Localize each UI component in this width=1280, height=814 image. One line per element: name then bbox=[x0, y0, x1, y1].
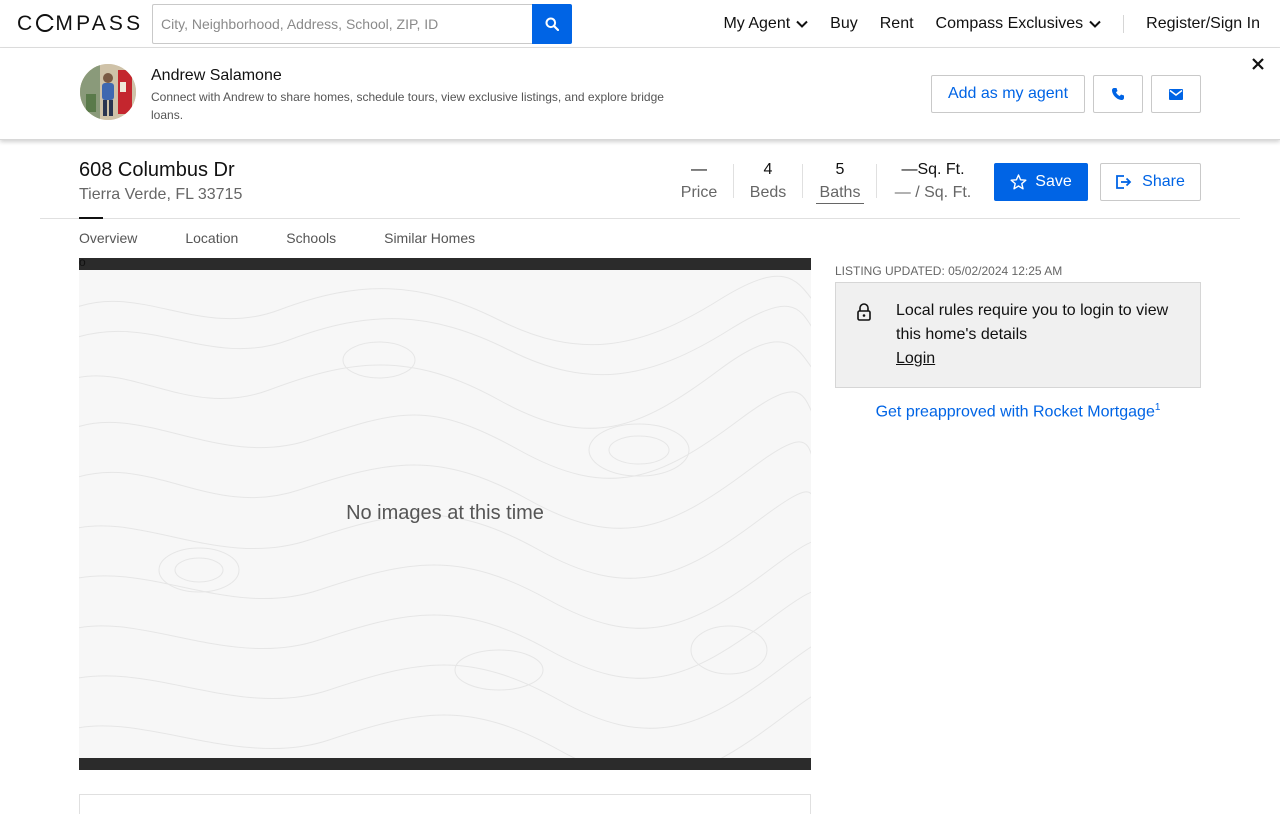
save-button[interactable]: Save bbox=[994, 163, 1088, 201]
stat-divider bbox=[733, 164, 734, 198]
stat-baths[interactable]: 5 Baths bbox=[816, 160, 864, 204]
call-agent-button[interactable] bbox=[1093, 75, 1143, 113]
rocket-mortgage-label: Get preapproved with Rocket Mortgage bbox=[875, 403, 1155, 421]
agent-description: Connect with Andrew to share homes, sche… bbox=[151, 90, 664, 122]
price-value: — bbox=[691, 161, 707, 178]
lock-icon bbox=[857, 303, 871, 321]
nav-my-agent-label: My Agent bbox=[723, 15, 791, 32]
content-card bbox=[79, 794, 811, 814]
email-agent-button[interactable] bbox=[1151, 75, 1201, 113]
stat-price: — Price bbox=[676, 160, 722, 202]
stat-divider bbox=[802, 164, 803, 198]
footnote-marker: 1 bbox=[1154, 402, 1161, 413]
save-label: Save bbox=[1035, 173, 1072, 190]
close-icon[interactable] bbox=[1250, 56, 1266, 72]
listing-tabs: Overview Location Schools Similar Homes bbox=[79, 217, 523, 258]
price-per-sqft-label: — / Sq. Ft. bbox=[894, 184, 972, 201]
baths-value: 5 bbox=[835, 161, 845, 178]
agent-name: Andrew Salamone bbox=[151, 67, 282, 84]
search-icon bbox=[545, 17, 559, 31]
stat-divider bbox=[876, 164, 877, 198]
photo-gallery[interactable]: o No images at this time bbox=[79, 255, 811, 770]
chevron-down-icon bbox=[1089, 20, 1101, 28]
login-link[interactable]: Login bbox=[896, 347, 935, 371]
sqft-value: —Sq. Ft. bbox=[901, 161, 965, 178]
price-label: Price bbox=[680, 184, 718, 201]
tab-schools[interactable]: Schools bbox=[286, 218, 336, 258]
topographic-placeholder: No images at this time bbox=[79, 270, 811, 758]
listing-address: 608 Columbus Dr bbox=[79, 159, 235, 181]
top-nav: CMPASS My Agent Buy Rent Compass Exclusi… bbox=[0, 0, 1280, 48]
phone-icon bbox=[1112, 88, 1124, 100]
nav-divider bbox=[1123, 15, 1125, 33]
chevron-down-icon bbox=[796, 20, 808, 28]
rocket-mortgage-link[interactable]: Get preapproved with Rocket Mortgage1 bbox=[835, 402, 1201, 421]
baths-label[interactable]: Baths bbox=[816, 184, 864, 204]
nav-my-agent[interactable]: My Agent bbox=[723, 15, 808, 33]
mail-icon bbox=[1169, 88, 1183, 100]
listing-city: Tierra Verde, FL 33715 bbox=[79, 186, 243, 203]
agent-banner: Andrew Salamone Connect with Andrew to s… bbox=[0, 48, 1280, 140]
add-as-my-agent-button[interactable]: Add as my agent bbox=[931, 75, 1085, 113]
login-required-message: Local rules require you to login to view… bbox=[896, 302, 1169, 343]
stat-beds: 4 Beds bbox=[745, 160, 791, 202]
tab-overview[interactable]: Overview bbox=[79, 217, 137, 258]
gallery-corner-glyph: o bbox=[79, 255, 86, 269]
tab-location[interactable]: Location bbox=[185, 218, 238, 258]
nav-compass-exclusives[interactable]: Compass Exclusives bbox=[936, 15, 1102, 33]
search-input[interactable] bbox=[152, 4, 532, 44]
beds-value: 4 bbox=[763, 161, 773, 178]
listing-updated: LISTING UPDATED: 05/02/2024 12:25 AM bbox=[835, 264, 1063, 278]
agent-avatar bbox=[80, 64, 136, 120]
login-required-panel: Local rules require you to login to view… bbox=[835, 282, 1201, 388]
share-icon bbox=[1116, 175, 1132, 189]
star-icon bbox=[1010, 174, 1027, 190]
nav-compass-exclusives-label: Compass Exclusives bbox=[935, 15, 1084, 32]
search-button[interactable] bbox=[532, 4, 572, 44]
no-images-message: No images at this time bbox=[346, 502, 544, 524]
tab-similar-homes[interactable]: Similar Homes bbox=[384, 218, 475, 258]
stat-sqft: —Sq. Ft. — / Sq. Ft. bbox=[886, 160, 980, 202]
nav-rent[interactable]: Rent bbox=[880, 15, 914, 33]
nav-buy[interactable]: Buy bbox=[830, 15, 858, 33]
beds-label: Beds bbox=[749, 184, 787, 201]
share-button[interactable]: Share bbox=[1100, 163, 1201, 201]
compass-logo[interactable]: C MPASS bbox=[17, 12, 143, 36]
share-label: Share bbox=[1142, 173, 1185, 190]
nav-register-sign-in[interactable]: Register/Sign In bbox=[1146, 15, 1260, 33]
